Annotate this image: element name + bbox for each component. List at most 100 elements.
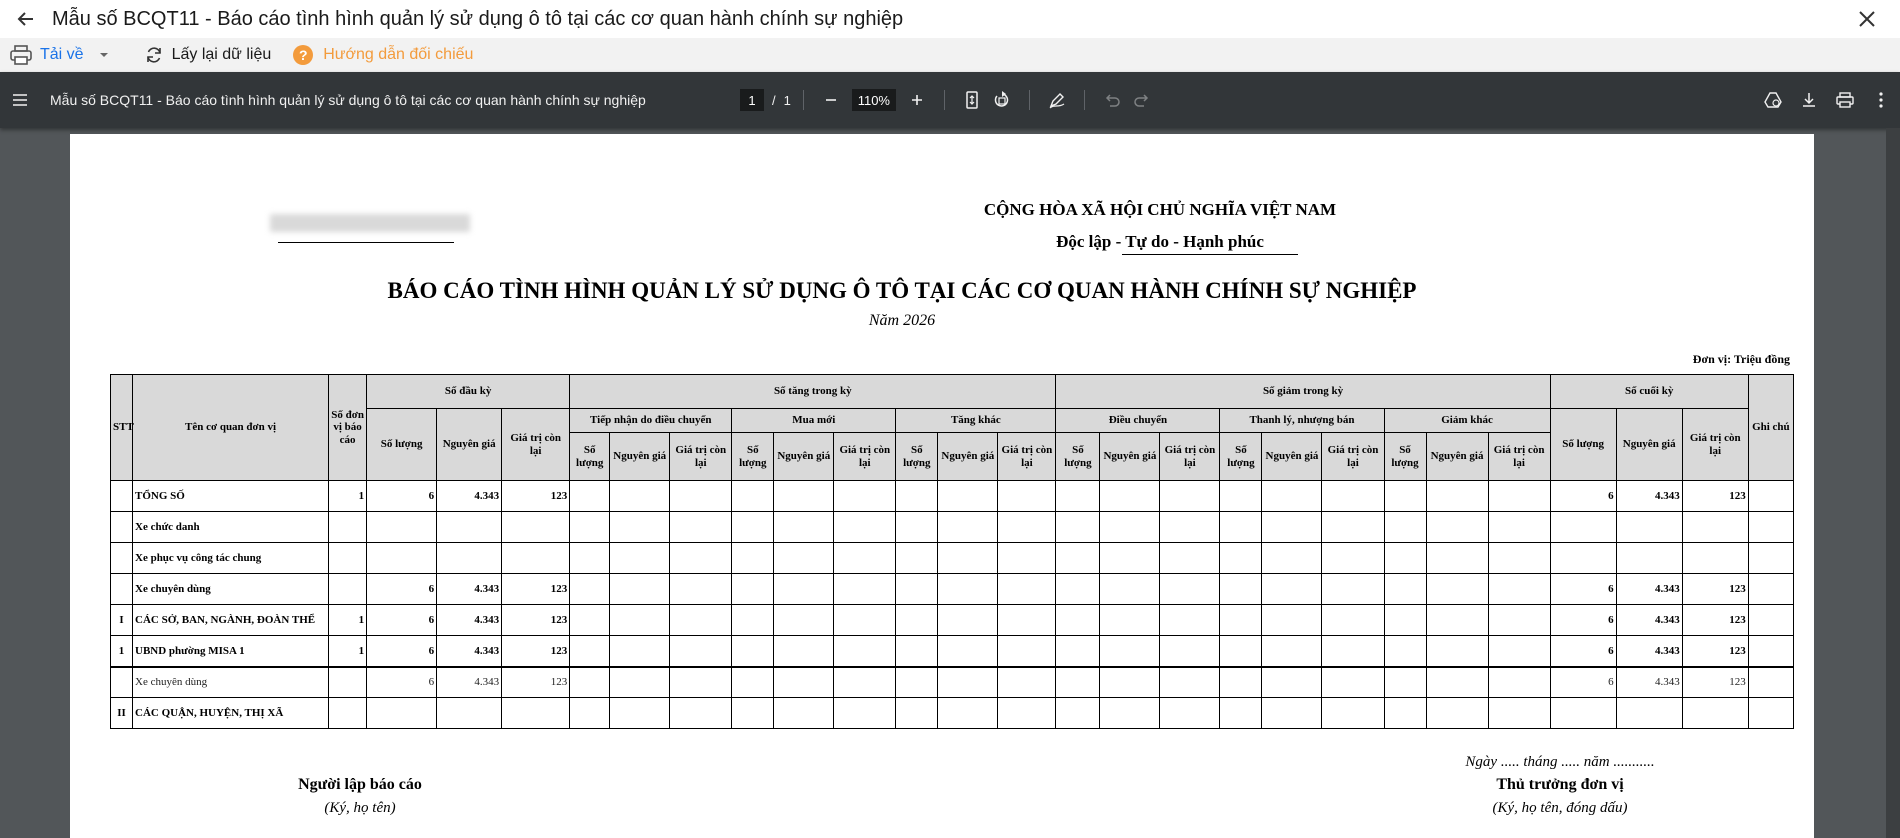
undo-icon — [1105, 94, 1120, 107]
cell-opening-orig: 4.343 — [436, 573, 503, 605]
cell-empty — [833, 635, 897, 667]
cell-stt — [110, 665, 133, 698]
cell-empty — [997, 697, 1057, 729]
cell-opening-remain: 123 — [501, 635, 571, 667]
cell-empty — [1099, 573, 1161, 605]
divider — [802, 90, 804, 110]
header-opening: Số đầu kỳ — [366, 374, 571, 409]
cell-opening-remain: 123 — [501, 604, 571, 636]
cell-empty — [1159, 665, 1221, 698]
download-pdf-button[interactable] — [1794, 85, 1824, 115]
zoom-in-button[interactable] — [902, 85, 932, 115]
cell-empty — [1425, 542, 1489, 574]
cell-empty — [895, 665, 939, 698]
page-number-input[interactable]: 1 — [740, 89, 764, 111]
cell-empty — [1055, 511, 1101, 543]
pen-icon — [1049, 93, 1065, 109]
cell-opening-qty: 6 — [366, 604, 438, 636]
cell-empty — [1055, 542, 1101, 574]
cell-empty — [569, 635, 611, 667]
cell-empty — [569, 604, 611, 636]
header-transfer-in-remain: Giá trị còn lại — [669, 432, 733, 481]
cell-empty — [833, 604, 897, 636]
cell-empty — [609, 604, 671, 636]
cell-empty — [731, 511, 775, 543]
cell-note — [1747, 697, 1795, 729]
cell-empty — [1425, 480, 1489, 512]
download-button[interactable]: Tải về — [10, 45, 122, 65]
menu-button[interactable] — [4, 93, 36, 107]
cell-empty — [1159, 604, 1221, 636]
cell-empty — [1383, 697, 1427, 729]
cell-opening-remain: 123 — [501, 480, 571, 512]
cell-empty — [1383, 635, 1427, 667]
header-transfer-out-qty: Số lượng — [1055, 432, 1101, 481]
redo-button[interactable] — [1127, 85, 1157, 115]
rotate-button[interactable] — [987, 85, 1017, 115]
fit-page-icon — [966, 91, 978, 109]
cell-empty — [731, 635, 775, 667]
rotate-icon — [994, 91, 1009, 107]
motto-underline — [1122, 254, 1298, 255]
cell-empty — [1099, 511, 1161, 543]
header-new-purchase-remain: Giá trị còn lại — [833, 432, 897, 481]
cell-empty — [997, 480, 1057, 512]
pdf-document-title: Mẫu số BCQT11 - Báo cáo tình hình quản l… — [50, 92, 646, 108]
cell-empty — [1383, 604, 1427, 636]
fit-page-button[interactable] — [957, 85, 987, 115]
cell-empty — [1425, 697, 1489, 729]
cell-opening-remain — [501, 542, 571, 574]
cell-opening-orig: 4.343 — [436, 604, 503, 636]
cell-note — [1747, 480, 1795, 512]
cell-unit-name: TỔNG SỐ — [131, 480, 330, 512]
drive-button[interactable] — [1758, 85, 1788, 115]
cell-opening-remain — [501, 697, 571, 729]
cell-empty — [609, 635, 671, 667]
cell-empty — [773, 480, 835, 512]
cell-empty — [569, 511, 611, 543]
annotate-button[interactable] — [1042, 85, 1072, 115]
scrollbar[interactable] — [1886, 128, 1900, 838]
comparison-guide-button[interactable]: ? Hướng dẫn đối chiếu — [293, 45, 473, 65]
header-unit-name: Tên cơ quan đơn vị — [131, 374, 330, 481]
download-label: Tải về — [40, 46, 84, 63]
cell-empty — [1159, 635, 1221, 667]
header-transfer-in-orig: Nguyên giá — [609, 432, 671, 481]
header-closing-orig: Nguyên giá — [1615, 408, 1683, 481]
cell-opening-orig — [436, 697, 503, 729]
table-row: Xe chức danh — [110, 511, 1795, 543]
reload-data-button[interactable]: Lấy lại dữ liệu — [144, 45, 271, 65]
cell-closing-orig: 4.343 — [1615, 665, 1683, 698]
cell-report-count — [328, 697, 368, 729]
organization-underline — [278, 242, 454, 243]
cell-closing-qty — [1549, 542, 1617, 574]
cell-empty — [1055, 480, 1101, 512]
cell-empty — [669, 697, 733, 729]
cell-empty — [1055, 665, 1101, 698]
print-button[interactable] — [1830, 85, 1860, 115]
cell-empty — [1099, 542, 1161, 574]
back-button[interactable] — [0, 0, 52, 38]
cell-empty — [1261, 604, 1323, 636]
cell-closing-remain: 123 — [1681, 480, 1749, 512]
undo-button[interactable] — [1097, 85, 1127, 115]
cell-empty — [1425, 511, 1489, 543]
cell-closing-remain — [1681, 511, 1749, 543]
zoom-out-button[interactable] — [816, 85, 846, 115]
cell-closing-remain: 123 — [1681, 604, 1749, 636]
pdf-page: CỘNG HÒA XÃ HỘI CHỦ NGHĨA VIỆT NAM Độc l… — [70, 134, 1814, 838]
cell-note — [1747, 635, 1795, 667]
cell-empty — [833, 542, 897, 574]
cell-empty — [1487, 635, 1551, 667]
cell-empty — [1159, 511, 1221, 543]
cell-stt — [110, 542, 133, 574]
cell-empty — [937, 635, 999, 667]
close-button[interactable] — [1854, 6, 1880, 32]
divider — [1083, 90, 1085, 110]
zoom-level-input[interactable]: 110% — [851, 89, 896, 111]
report-table-body: TỔNG SỐ 1 6 4.343 123 6 4.343 123 Xe chức danh Xe… — [110, 480, 1795, 729]
more-options-button[interactable] — [1866, 85, 1896, 115]
cell-empty — [1261, 511, 1323, 543]
cell-empty — [1321, 480, 1385, 512]
cell-note — [1747, 542, 1795, 574]
